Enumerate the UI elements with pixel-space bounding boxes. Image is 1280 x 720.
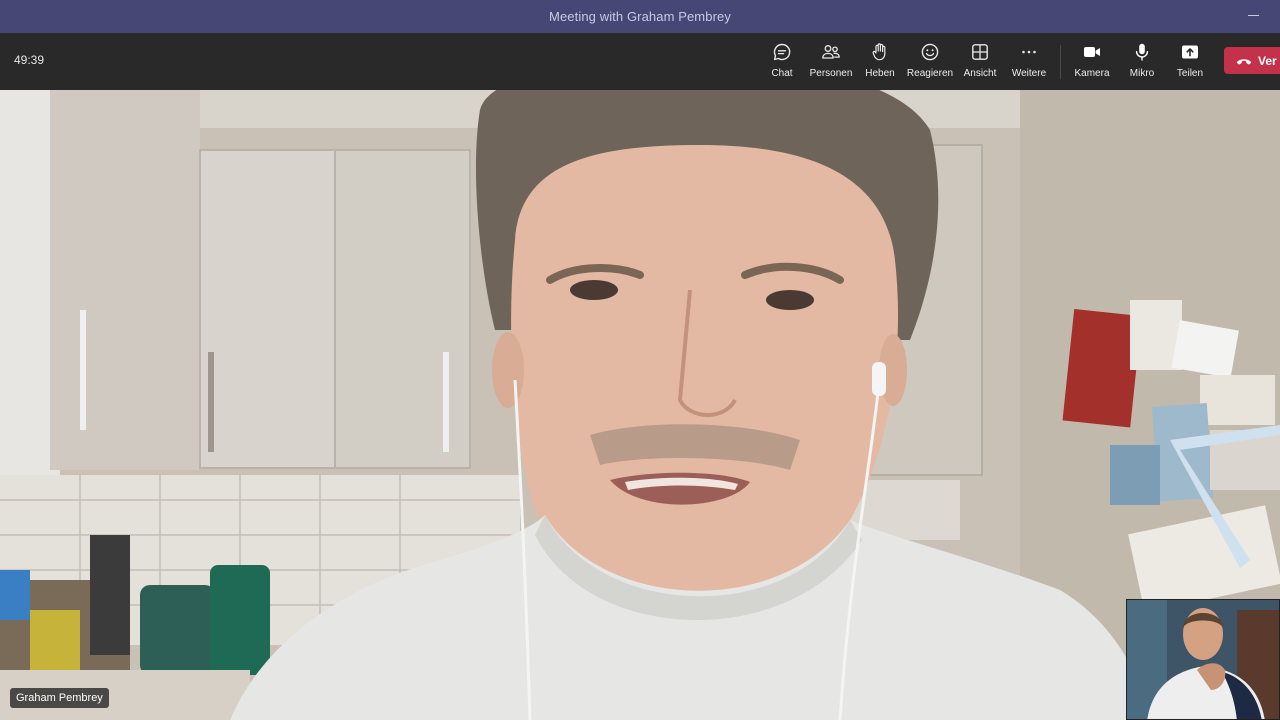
toolbar-divider [1060, 45, 1061, 79]
raise-hand-icon [872, 43, 886, 61]
participant-name-tag: Graham Pembrey [10, 688, 109, 708]
chat-bubble-icon [773, 43, 791, 61]
more-label: Weitere [1011, 68, 1047, 79]
hang-up-icon [1236, 58, 1252, 64]
microphone-icon [1135, 43, 1149, 61]
more-button[interactable]: Weitere [1001, 42, 1057, 84]
self-view-video[interactable] [1126, 599, 1280, 720]
react-label: Reagieren [906, 68, 954, 79]
call-timer: 49:39 [14, 53, 45, 67]
raise-hand-label: Heben [865, 68, 895, 79]
share-label: Teilen [1176, 68, 1204, 79]
chat-label: Chat [771, 68, 793, 79]
grid-view-icon [972, 44, 988, 60]
window-title: Meeting with Graham Pembrey [549, 9, 731, 24]
more-dots-icon [1022, 50, 1036, 54]
leave-button[interactable]: Ver [1224, 47, 1280, 74]
raise-hand-button[interactable]: Heben [852, 42, 908, 84]
window-title-bar: Meeting with Graham Pembrey [0, 0, 1280, 33]
participant-video-feed [0, 90, 1280, 720]
react-button[interactable]: Reagieren [902, 42, 958, 84]
chat-button[interactable]: Chat [754, 42, 810, 84]
self-view-feed [1127, 600, 1279, 719]
share-tray-icon [1182, 45, 1198, 59]
people-button[interactable]: Personen [803, 42, 859, 84]
leave-label: Ver [1258, 53, 1277, 68]
meeting-toolbar: 49:39 Chat Personen Heben Reagieren Ansi… [0, 33, 1280, 90]
view-label: Ansicht [963, 68, 997, 79]
minimize-button[interactable] [1248, 6, 1260, 18]
microphone-label: Mikro [1129, 68, 1155, 79]
people-label: Personen [809, 68, 853, 79]
share-button[interactable]: Teilen [1162, 42, 1218, 84]
view-button[interactable]: Ansicht [952, 42, 1008, 84]
people-icon [822, 45, 840, 59]
smiley-icon [921, 43, 939, 61]
camera-label: Kamera [1074, 68, 1110, 79]
main-video-stage: Graham Pembrey [0, 90, 1280, 720]
camera-button[interactable]: Kamera [1064, 42, 1120, 84]
camera-icon [1084, 47, 1100, 57]
